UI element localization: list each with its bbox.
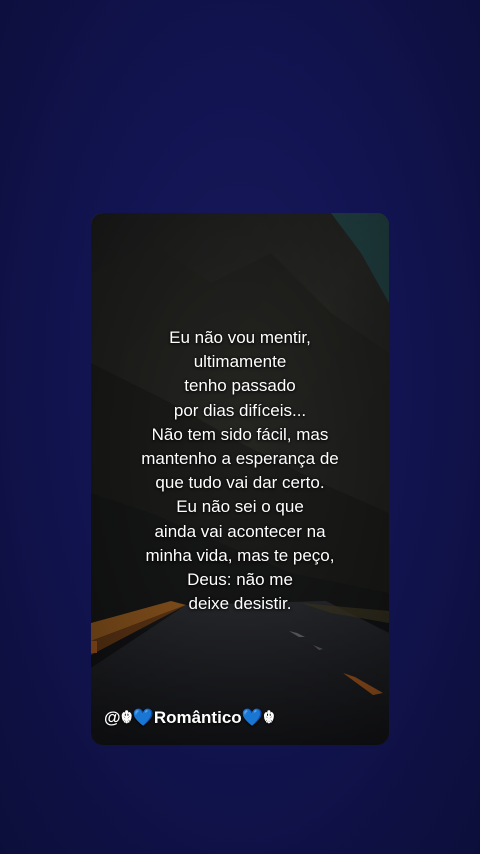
quote-line: tenho passado [184, 376, 296, 396]
quote-text: Eu não vou mentir, ultimamente tenho pas… [91, 326, 389, 616]
quote-line: Não tem sido fácil, mas [151, 424, 329, 444]
quote-line: que tudo vai dar certo. [155, 473, 325, 493]
quote-line: deixe desistir. [188, 594, 292, 614]
quote-line: mantenho a esperança de [141, 449, 339, 469]
quote-line: minha vida, mas te peço, [145, 545, 335, 565]
creator-handle[interactable]: @☬💙Romântico💙☬ [104, 708, 275, 728]
quote-line: por dias difíceis... [173, 400, 307, 420]
video-card[interactable]: Eu não vou mentir, ultimamente tenho pas… [91, 213, 389, 745]
quote-line: ainda vai acontecer na [154, 521, 326, 541]
quote-line: Eu não vou mentir, [169, 328, 311, 347]
quote-line: ultimamente [193, 352, 287, 372]
quote-line: Eu não sei o que [176, 497, 304, 517]
quote-line: Deus: não me [187, 570, 293, 590]
